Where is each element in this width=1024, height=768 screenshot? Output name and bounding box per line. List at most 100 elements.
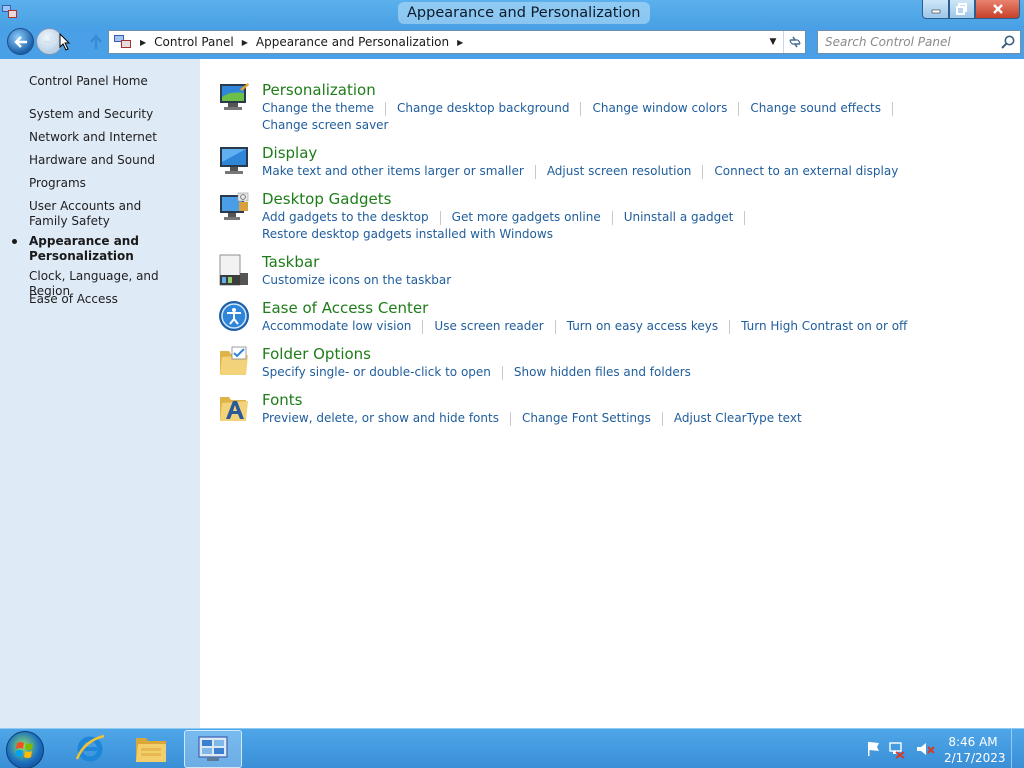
link-preview-fonts[interactable]: Preview, delete, or show and hide fonts [262,410,499,427]
sidebar-item-system-security[interactable]: System and Security [29,107,194,122]
control-panel-icon [114,35,131,48]
chevron-right-icon[interactable]: ▶ [140,38,146,47]
link-change-theme[interactable]: Change the theme [262,100,374,117]
current-item-bullet [12,239,17,244]
link-high-contrast[interactable]: Turn High Contrast on or off [741,318,907,335]
fonts-icon[interactable] [218,391,250,425]
search-input[interactable] [818,31,998,53]
search-box [817,30,1021,54]
mouse-cursor-icon [59,33,71,51]
link-text-size[interactable]: Make text and other items larger or smal… [262,163,524,180]
link-separator [509,411,511,426]
address-bar[interactable]: ▶ Control Panel ▶ Appearance and Persona… [108,30,806,54]
link-separator [534,164,536,179]
link-screen-resolution[interactable]: Adjust screen resolution [547,163,692,180]
link-separator [554,319,556,334]
back-button[interactable] [7,28,34,55]
category-title-fonts[interactable]: Fonts [262,391,302,409]
minimize-button[interactable] [922,0,949,19]
breadcrumb-control-panel[interactable]: Control Panel [154,35,234,49]
taskbar-file-explorer[interactable] [122,730,180,768]
breadcrumb-appearance[interactable]: Appearance and Personalization [256,35,449,49]
link-change-screen-saver[interactable]: Change screen saver [262,117,389,134]
control-panel-icon[interactable] [2,4,18,20]
taskbar-internet-explorer[interactable] [61,730,119,768]
sidebar-item-network-internet[interactable]: Network and Internet [29,130,194,145]
volume-muted-icon[interactable] [917,743,935,755]
system-tray [868,742,935,759]
sidebar-item-ease-of-access[interactable]: Ease of Access [29,292,194,307]
refresh-icon [788,36,801,48]
refresh-button[interactable] [783,31,805,53]
close-button[interactable] [975,0,1020,19]
arrow-left-icon [13,35,27,48]
link-change-font-settings[interactable]: Change Font Settings [522,410,651,427]
link-adjust-cleartype[interactable]: Adjust ClearType text [674,410,802,427]
gadgets-icon[interactable] [218,190,250,224]
search-icon[interactable] [1000,34,1016,50]
show-desktop-button[interactable] [1011,729,1024,768]
address-dropdown-button[interactable]: ▼ [763,31,783,53]
sidebar-item-appearance-current: Appearance and Personalization [29,234,139,263]
navigation-bar: ▶ Control Panel ▶ Appearance and Persona… [0,26,1024,59]
taskbar-control-panel[interactable] [184,730,242,768]
clock-date: 2/17/2023 [944,751,1006,765]
link-add-gadgets[interactable]: Add gadgets to the desktop [262,209,429,226]
link-customize-taskbar-icons[interactable]: Customize icons on the taskbar [262,272,451,289]
link-separator [385,101,387,116]
link-screen-reader[interactable]: Use screen reader [434,318,543,335]
up-button[interactable] [87,32,105,52]
clock-time: 8:46 AM [948,735,998,749]
category-links: Change the theme Change desktop backgrou… [262,100,962,134]
link-restore-gadgets[interactable]: Restore desktop gadgets installed with W… [262,226,553,243]
link-change-desktop-background[interactable]: Change desktop background [397,100,569,117]
title-bar: Appearance and Personalization [0,0,1024,26]
category-links: Preview, delete, or show and hide fonts … [262,410,962,427]
category-title-desktop-gadgets[interactable]: Desktop Gadgets [262,190,391,208]
link-show-hidden-files[interactable]: Show hidden files and folders [514,364,691,381]
sidebar-item-hardware-sound[interactable]: Hardware and Sound [29,153,194,168]
link-change-window-colors[interactable]: Change window colors [592,100,727,117]
link-easy-access-keys[interactable]: Turn on easy access keys [567,318,718,335]
taskbar-icon[interactable] [218,253,250,287]
link-single-double-click[interactable]: Specify single- or double-click to open [262,364,491,381]
category-links: Add gadgets to the desktop Get more gadg… [262,209,962,243]
personalization-icon[interactable] [218,81,250,115]
category-title-display[interactable]: Display [262,144,317,162]
link-separator [661,411,663,426]
action-center-flag-icon[interactable] [868,742,879,756]
window-title: Appearance and Personalization [398,2,650,24]
display-icon[interactable] [218,144,250,178]
category-links: Accommodate low vision Use screen reader… [262,318,962,335]
link-separator [580,101,582,116]
sidebar-item-user-accounts[interactable]: User Accounts and Family Safety [29,199,179,229]
network-icon[interactable] [889,742,905,759]
category-title-personalization[interactable]: Personalization [262,81,376,99]
link-separator [611,210,613,225]
link-external-display[interactable]: Connect to an external display [714,163,898,180]
start-button[interactable] [6,731,44,768]
link-separator [501,365,503,380]
link-low-vision[interactable]: Accommodate low vision [262,318,411,335]
category-title-taskbar[interactable]: Taskbar [262,253,319,271]
sidebar-item-programs[interactable]: Programs [29,176,194,191]
category-title-ease-of-access[interactable]: Ease of Access Center [262,299,428,317]
folder-options-icon[interactable] [218,345,250,379]
ease-of-access-icon[interactable] [218,299,250,333]
chevron-right-icon[interactable]: ▶ [457,38,463,47]
windows-logo-icon [15,742,33,758]
link-separator [702,164,704,179]
sidebar-control-panel-home[interactable]: Control Panel Home [29,74,194,89]
link-uninstall-gadget[interactable]: Uninstall a gadget [624,209,734,226]
restore-icon [956,3,967,15]
arrow-right-icon [43,35,57,48]
category-title-folder-options[interactable]: Folder Options [262,345,371,363]
link-change-sound-effects[interactable]: Change sound effects [750,100,881,117]
restore-button[interactable] [949,0,975,19]
link-more-gadgets-online[interactable]: Get more gadgets online [452,209,601,226]
taskbar: 8:46 AM 2/17/2023 [0,728,1024,768]
link-separator [729,319,731,334]
system-clock[interactable]: 8:46 AM 2/17/2023 [944,734,1006,766]
chevron-right-icon[interactable]: ▶ [242,38,248,47]
link-separator [891,101,893,116]
